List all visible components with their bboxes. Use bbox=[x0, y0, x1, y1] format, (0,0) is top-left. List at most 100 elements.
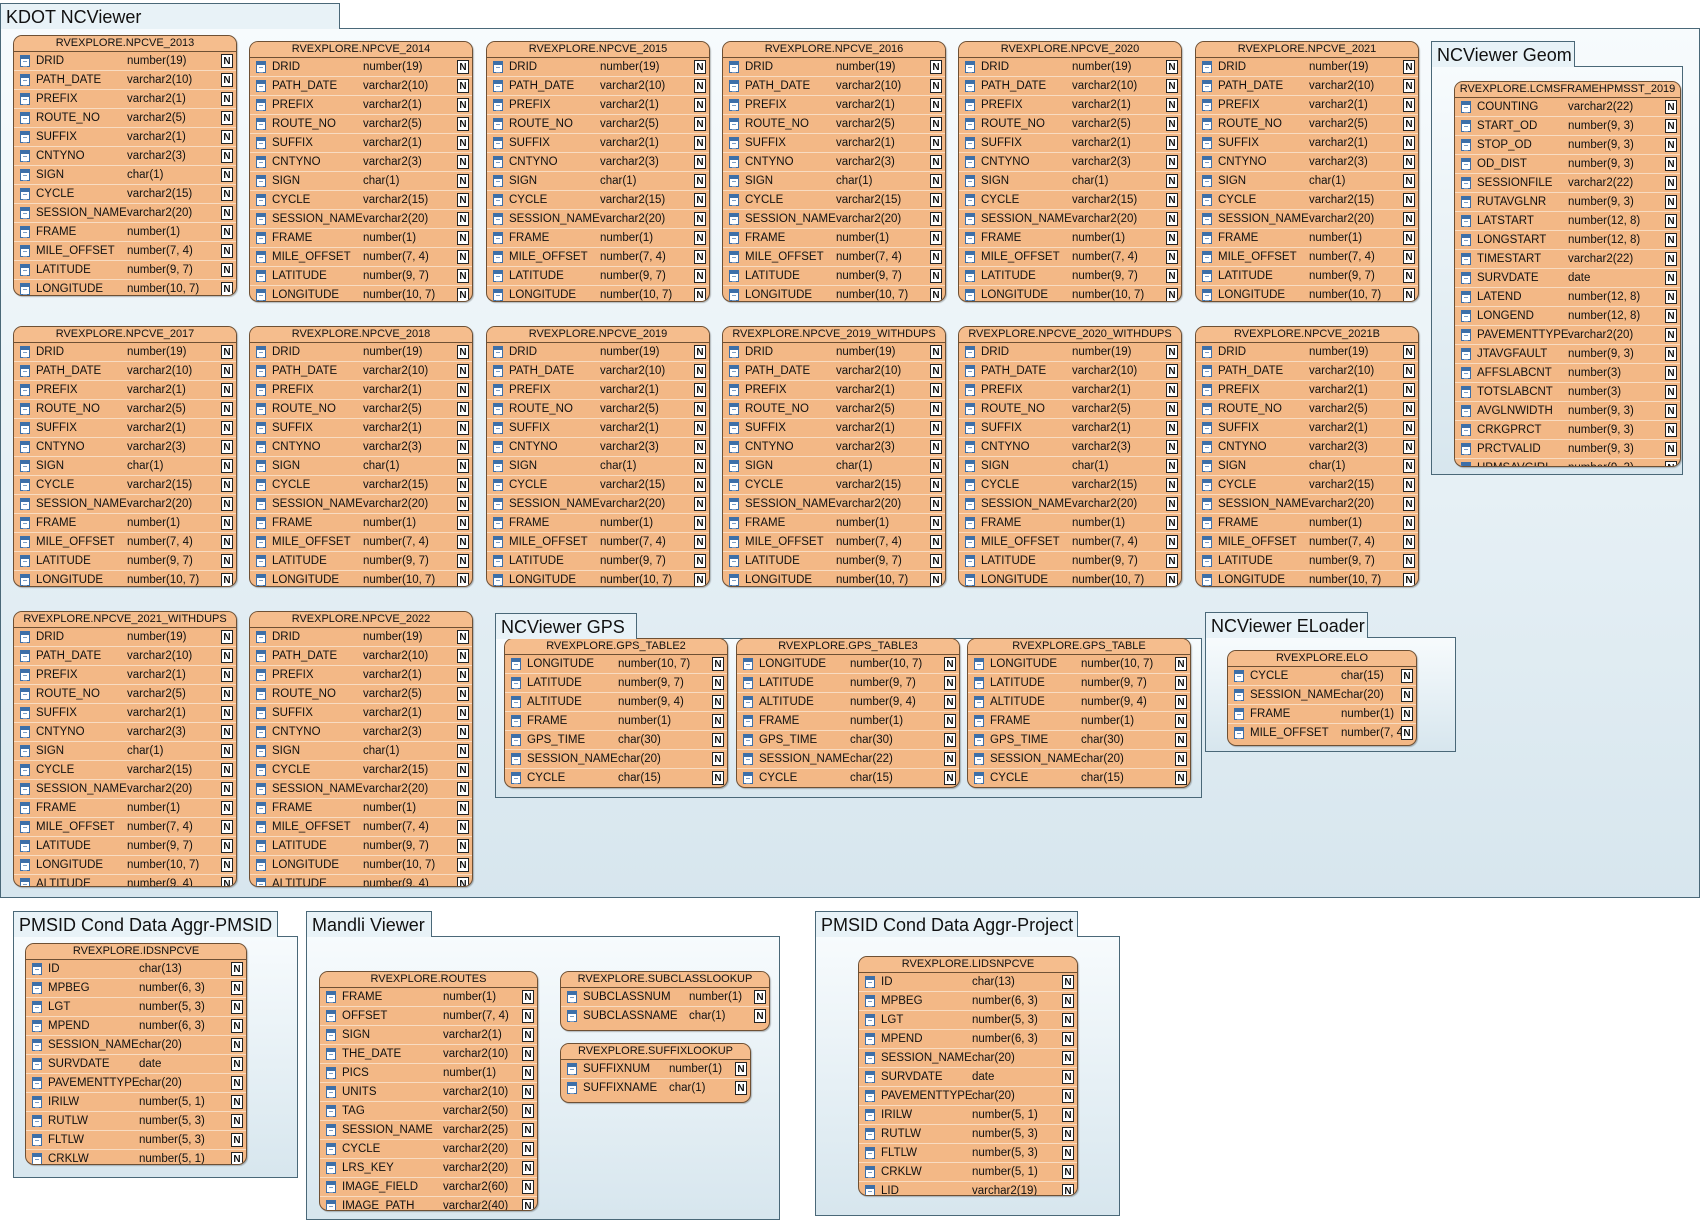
table-column-row[interactable]: ROUTE_NO varchar2(5) N bbox=[250, 685, 472, 704]
entity-table[interactable]: RVEXPLORE.NPCVE_2020_WITHDUPS DRID number(… bbox=[958, 326, 1182, 587]
table-column-row[interactable]: PREFIX varchar2(1) N bbox=[14, 381, 236, 400]
table-column-row[interactable]: LATITUDE number(9, 7) N bbox=[737, 674, 959, 693]
table-column-row[interactable]: MILE_OFFSET number(7, 4) N bbox=[1228, 724, 1416, 742]
table-column-row[interactable]: FRAME number(1) N bbox=[487, 229, 709, 248]
table-column-row[interactable]: CNTYNO varchar2(3) N bbox=[959, 438, 1181, 457]
table-column-row[interactable]: LONGITUDE number(10, 7) N bbox=[250, 286, 472, 301]
entity-table[interactable]: RVEXPLORE.SUFFIXLOOKUP SUFFIXNUM number(1)… bbox=[560, 1043, 751, 1103]
table-column-row[interactable]: MILE_OFFSET number(7, 4) N bbox=[723, 533, 945, 552]
table-column-row[interactable]: CYCLE char(15) N bbox=[505, 769, 727, 787]
table-column-row[interactable]: FRAME number(1) N bbox=[737, 712, 959, 731]
table-column-row[interactable]: LATITUDE number(9, 7) N bbox=[723, 552, 945, 571]
table-column-row[interactable]: PATH_DATE varchar2(10) N bbox=[14, 647, 236, 666]
table-column-row[interactable]: DRID number(19) N bbox=[487, 343, 709, 362]
table-column-row[interactable]: LATITUDE number(9, 7) N bbox=[505, 674, 727, 693]
table-column-row[interactable]: LONGITUDE number(10, 7) N bbox=[14, 856, 236, 875]
table-column-row[interactable]: MILE_OFFSET number(7, 4) N bbox=[14, 242, 236, 261]
table-column-row[interactable]: HPMSAVGIRI number(9, 3) N bbox=[1455, 459, 1680, 466]
table-column-row[interactable]: TOTSLABCNT number(3) N bbox=[1455, 383, 1680, 402]
table-column-row[interactable]: SIGN char(1) N bbox=[723, 172, 945, 191]
table-column-row[interactable]: STOP_OD number(9, 3) N bbox=[1455, 136, 1680, 155]
table-column-row[interactable]: PREFIX varchar2(1) N bbox=[250, 381, 472, 400]
table-column-row[interactable]: DRID number(19) N bbox=[959, 343, 1181, 362]
table-column-row[interactable]: MILE_OFFSET number(7, 4) N bbox=[723, 248, 945, 267]
table-column-row[interactable]: DRID number(19) N bbox=[14, 52, 236, 71]
table-column-row[interactable]: LONGITUDE number(10, 7) N bbox=[959, 571, 1181, 586]
table-column-row[interactable]: FRAME number(1) N bbox=[320, 988, 537, 1007]
table-column-row[interactable]: LATITUDE number(9, 7) N bbox=[250, 267, 472, 286]
table-column-row[interactable]: ID char(13) N bbox=[26, 960, 246, 979]
table-column-row[interactable]: CNTYNO varchar2(3) N bbox=[1196, 438, 1418, 457]
table-column-row[interactable]: CYCLE varchar2(15) N bbox=[250, 761, 472, 780]
table-column-row[interactable]: ID char(13) N bbox=[859, 973, 1077, 992]
table-column-row[interactable]: LATITUDE number(9, 7) N bbox=[14, 552, 236, 571]
table-column-row[interactable]: START_OD number(9, 3) N bbox=[1455, 117, 1680, 136]
table-column-row[interactable]: LONGITUDE number(10, 7) N bbox=[14, 280, 236, 295]
table-column-row[interactable]: SIGN char(1) N bbox=[250, 742, 472, 761]
table-column-row[interactable]: PREFIX varchar2(1) N bbox=[723, 381, 945, 400]
table-column-row[interactable]: RUTLW number(5, 3) N bbox=[859, 1125, 1077, 1144]
table-column-row[interactable]: CYCLE char(15) N bbox=[968, 769, 1190, 787]
table-column-row[interactable]: FRAME number(1) N bbox=[959, 514, 1181, 533]
table-column-row[interactable]: SESSION_NAME varchar2(20) N bbox=[723, 495, 945, 514]
table-column-row[interactable]: ROUTE_NO varchar2(5) N bbox=[14, 400, 236, 419]
table-column-row[interactable]: SESSION_NAME varchar2(20) N bbox=[723, 210, 945, 229]
table-column-row[interactable]: PATH_DATE varchar2(10) N bbox=[487, 362, 709, 381]
table-column-row[interactable]: PAVEMENTTYPE char(20) N bbox=[26, 1074, 246, 1093]
table-column-row[interactable]: ROUTE_NO varchar2(5) N bbox=[487, 400, 709, 419]
table-column-row[interactable]: SUBCLASSNUM number(1) N bbox=[561, 988, 769, 1007]
table-column-row[interactable]: ALTITUDE number(9, 4) N bbox=[968, 693, 1190, 712]
table-column-row[interactable]: LONGITUDE number(10, 7) N bbox=[1196, 286, 1418, 301]
table-column-row[interactable]: RUTLW number(5, 3) N bbox=[26, 1112, 246, 1131]
table-column-row[interactable]: ROUTE_NO varchar2(5) N bbox=[250, 400, 472, 419]
table-column-row[interactable]: LATITUDE number(9, 7) N bbox=[487, 267, 709, 286]
table-column-row[interactable]: CYCLE varchar2(15) N bbox=[959, 476, 1181, 495]
table-column-row[interactable]: FRAME number(1) N bbox=[14, 799, 236, 818]
table-column-row[interactable]: FRAME number(1) N bbox=[1196, 514, 1418, 533]
table-column-row[interactable]: GPS_TIME char(30) N bbox=[505, 731, 727, 750]
table-column-row[interactable]: ROUTE_NO varchar2(5) N bbox=[250, 115, 472, 134]
table-column-row[interactable]: CNTYNO varchar2(3) N bbox=[723, 153, 945, 172]
table-column-row[interactable]: PATH_DATE varchar2(10) N bbox=[959, 77, 1181, 96]
table-column-row[interactable]: LONGITUDE number(10, 7) N bbox=[250, 856, 472, 875]
table-column-row[interactable]: ROUTE_NO varchar2(5) N bbox=[1196, 115, 1418, 134]
table-column-row[interactable]: TAG varchar2(50) N bbox=[320, 1102, 537, 1121]
table-column-row[interactable]: MILE_OFFSET number(7, 4) N bbox=[1196, 533, 1418, 552]
table-column-row[interactable]: LONGITUDE number(10, 7) N bbox=[723, 286, 945, 301]
table-column-row[interactable]: SIGN char(1) N bbox=[1196, 457, 1418, 476]
table-column-row[interactable]: CNTYNO varchar2(3) N bbox=[14, 723, 236, 742]
table-column-row[interactable]: MILE_OFFSET number(7, 4) N bbox=[250, 248, 472, 267]
table-column-row[interactable]: SIGN char(1) N bbox=[250, 457, 472, 476]
table-column-row[interactable]: ROUTE_NO varchar2(5) N bbox=[1196, 400, 1418, 419]
entity-table[interactable]: RVEXPLORE.NPCVE_2021 DRID number(19) N PATH_… bbox=[1195, 41, 1419, 302]
table-column-row[interactable]: CNTYNO varchar2(3) N bbox=[487, 438, 709, 457]
entity-table[interactable]: RVEXPLORE.LIDSNPCVE ID char(13) N MPBEG numbe… bbox=[858, 956, 1078, 1196]
table-column-row[interactable]: LATSTART number(12, 8) N bbox=[1455, 212, 1680, 231]
table-column-row[interactable]: DRID number(19) N bbox=[250, 58, 472, 77]
table-column-row[interactable]: FRAME number(1) N bbox=[14, 223, 236, 242]
table-column-row[interactable]: LGT number(5, 3) N bbox=[26, 998, 246, 1017]
table-column-row[interactable]: CNTYNO varchar2(3) N bbox=[959, 153, 1181, 172]
table-column-row[interactable]: ROUTE_NO varchar2(5) N bbox=[14, 685, 236, 704]
table-column-row[interactable]: LONGEND number(12, 8) N bbox=[1455, 307, 1680, 326]
table-column-row[interactable]: SIGN char(1) N bbox=[1196, 172, 1418, 191]
table-column-row[interactable]: SESSION_NAME varchar2(20) N bbox=[1196, 210, 1418, 229]
table-column-row[interactable]: SIGN char(1) N bbox=[14, 742, 236, 761]
table-column-row[interactable]: SIGN varchar2(1) N bbox=[320, 1026, 537, 1045]
table-column-row[interactable]: MILE_OFFSET number(7, 4) N bbox=[487, 248, 709, 267]
table-column-row[interactable]: SESSION_NAME varchar2(20) N bbox=[959, 210, 1181, 229]
table-column-row[interactable]: LATITUDE number(9, 7) N bbox=[968, 674, 1190, 693]
table-column-row[interactable]: PREFIX varchar2(1) N bbox=[14, 90, 236, 109]
table-column-row[interactable]: ALTITUDE number(9, 4) N bbox=[250, 875, 472, 886]
entity-table[interactable]: RVEXPLORE.NPCVE_2019 DRID number(19) N PATH_… bbox=[486, 326, 710, 587]
table-column-row[interactable]: SUFFIX varchar2(1) N bbox=[723, 419, 945, 438]
table-column-row[interactable]: DRID number(19) N bbox=[959, 58, 1181, 77]
table-column-row[interactable]: SESSION_NAME char(20) N bbox=[1228, 686, 1416, 705]
table-column-row[interactable]: OFFSET number(7, 4) N bbox=[320, 1007, 537, 1026]
entity-table[interactable]: RVEXPLORE.GPS_TABLE3 LONGITUDE number(10, … bbox=[736, 638, 960, 788]
entity-table[interactable]: RVEXPLORE.SUBCLASSLOOKUP SUBCLASSNUM numbe… bbox=[560, 971, 770, 1031]
table-column-row[interactable]: FRAME number(1) N bbox=[1196, 229, 1418, 248]
table-column-row[interactable]: SIGN char(1) N bbox=[487, 457, 709, 476]
table-column-row[interactable]: PICS number(1) N bbox=[320, 1064, 537, 1083]
table-column-row[interactable]: DRID number(19) N bbox=[1196, 343, 1418, 362]
